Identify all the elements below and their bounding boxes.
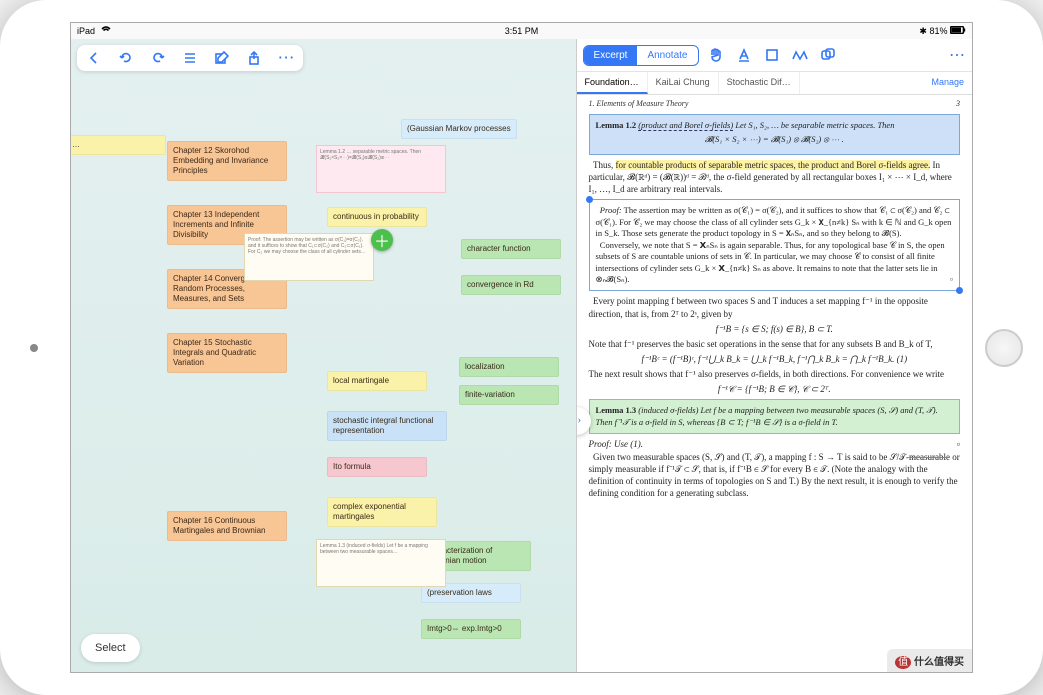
paragraph-next: The next result shows that f⁻¹ also pres… (589, 368, 960, 380)
paragraph-given: Given two measurable spaces (S, 𝒮) and (… (589, 451, 960, 500)
more-button[interactable]: ⋯ (277, 49, 295, 67)
tab-stochastic[interactable]: Stochastic Dif… (719, 72, 800, 94)
mode-annotate[interactable]: Annotate (637, 46, 697, 65)
tab-manage[interactable]: Manage (923, 72, 972, 94)
status-bar: iPad 3:51 PM ✱ 81% (71, 23, 972, 39)
mindmap-canvas[interactable]: Chapter 12 Skorohod Embedding and Invari… (71, 39, 576, 672)
doc-page-number: 3 (956, 99, 960, 110)
share-button[interactable] (245, 49, 263, 67)
node-local-martingale[interactable]: local martingale (327, 371, 427, 391)
crop-icon[interactable] (761, 44, 783, 66)
mindmap-toolbar: ⋯ (77, 45, 303, 71)
document-tabs: Foundation… KaiLai Chung Stochastic Dif…… (577, 72, 972, 95)
proof-para2: Conversely, we note that S = 𝗫ₙSₙ is aga… (596, 240, 945, 284)
paragraph-preserve: Note that f⁻¹ preserves the basic set op… (589, 338, 960, 350)
lemma13-subtitle: (induced σ-fields) (638, 405, 698, 415)
text-style-icon[interactable] (733, 44, 755, 66)
node-gaussian[interactable]: (Gaussian Markov processes (401, 119, 517, 139)
paragraph-map: Every point mapping f between two spaces… (589, 295, 960, 319)
equation-next: f⁻¹𝒞 = {f⁻¹B; B ∈ 𝒞}, 𝒞 ⊂ 2ᵀ. (589, 383, 960, 395)
lasso-icon[interactable] (789, 44, 811, 66)
node-finite-var[interactable]: finite-variation (459, 385, 559, 405)
proof-use: Proof: Use (1). (589, 439, 643, 449)
node-chapter-16[interactable]: Chapter 16 Continuous Martingales and Br… (167, 511, 287, 541)
paragraph-thus: Thus, for countable products of separabl… (589, 159, 960, 195)
node-stoch-int[interactable]: stochastic integral functional represent… (327, 411, 447, 441)
bluetooth-icon: ✱ (919, 26, 927, 36)
battery-icon (950, 26, 966, 36)
watermark: 值 什么值得买 (887, 649, 972, 672)
list-button[interactable] (181, 49, 199, 67)
node-ito[interactable]: Ito formula (327, 457, 427, 477)
hand-tool-icon[interactable] (705, 44, 727, 66)
node-partial-left[interactable]: … (71, 135, 166, 155)
node-localization[interactable]: localization (459, 357, 559, 377)
selection-handle-br[interactable] (956, 287, 963, 294)
add-node-button[interactable]: ＋ (371, 229, 393, 251)
select-button[interactable]: Select (81, 634, 140, 662)
equation-preserve: f⁻¹Bᶜ = (f⁻¹B)ᶜ, f⁻¹⋃_k B_k = ⋃_k f⁻¹B_k… (589, 353, 960, 365)
node-conv-rd[interactable]: convergence in Rd (461, 275, 561, 295)
proof-label: Proof: (600, 205, 622, 215)
proof-box[interactable]: Proof: The assertion may be written as σ… (589, 199, 960, 291)
tab-foundation[interactable]: Foundation… (577, 72, 648, 94)
compose-button[interactable] (213, 49, 231, 67)
excerpt-card-proof[interactable]: Proof: The assertion may be written as σ… (244, 233, 374, 281)
lemma13-title: Lemma 1.3 (596, 405, 637, 415)
link-icon[interactable] (817, 44, 839, 66)
node-chapter-15[interactable]: Chapter 15 Stochastic Integrals and Quad… (167, 333, 287, 373)
device-label: iPad (77, 26, 95, 36)
node-chapter-12[interactable]: Chapter 12 Skorohod Embedding and Invari… (167, 141, 287, 181)
clock: 3:51 PM (505, 26, 539, 36)
excerpt-card[interactable]: Lemma 1.2 … separable metric spaces. The… (316, 145, 446, 193)
wifi-icon (101, 26, 111, 36)
lemma-1-3[interactable]: Lemma 1.3 (induced σ-fields) Let f be a … (589, 399, 960, 434)
selection-handle-tl[interactable] (586, 196, 593, 203)
excerpt-card-lemma13[interactable]: Lemma 1.3 (induced σ-fields) Let f be a … (316, 539, 446, 587)
home-button[interactable] (985, 329, 1023, 367)
document-toolbar: Excerpt Annotate ⋯ (577, 39, 972, 72)
tab-kailai[interactable]: KaiLai Chung (648, 72, 719, 94)
undo-button[interactable] (117, 49, 135, 67)
node-imtg[interactable]: Imtg>0⇔ exp.Imtg>0 (421, 619, 521, 639)
lemma-1-2[interactable]: Lemma 1.2 (product and Borel σ-fields) L… (589, 114, 960, 155)
highlight-borel[interactable]: for countable products of separable metr… (616, 160, 931, 170)
node-cont-prob[interactable]: continuous in probability (327, 207, 427, 227)
lemma12-equation: 𝓑(S₁ × S₂ × ⋯) = 𝓑(S₁) ⊗ 𝓑(S₂) ⊗ ⋯ . (596, 134, 953, 145)
screen: iPad 3:51 PM ✱ 81% (70, 22, 973, 673)
battery-percent: 81% (929, 26, 947, 36)
equation-map: f⁻¹B = {s ∈ S; f(s) ∈ B}, B ⊂ T. (589, 323, 960, 335)
back-button[interactable] (85, 49, 103, 67)
front-camera (30, 344, 38, 352)
proof-para1: The assertion may be written as σ(𝒞₁) = … (596, 205, 952, 238)
document-body[interactable]: 1. Elements of Measure Theory 3 Lemma 1.… (577, 95, 972, 672)
node-char-fn[interactable]: character function (461, 239, 561, 259)
lemma12-subtitle: (product and Borel σ-fields) (638, 120, 733, 131)
doc-more-button[interactable]: ⋯ (949, 45, 966, 65)
ipad-device-frame: iPad 3:51 PM ✱ 81% (0, 0, 1043, 695)
next-page-icon[interactable]: › (578, 413, 582, 428)
node-complex-exp[interactable]: complex exponential martingales (327, 497, 437, 527)
redo-button[interactable] (149, 49, 167, 67)
mindmap-pane[interactable]: ⋯ Select Chapter 12 Skorohod Embedding a… (71, 39, 576, 672)
lemma12-body: Let S₁, S₂, … be separable metric spaces… (735, 120, 894, 130)
lemma12-title: Lemma 1.2 (596, 120, 637, 130)
document-pane: Excerpt Annotate ⋯ Foundation… KaiLai Ch… (576, 39, 972, 672)
doc-header-left: 1. Elements of Measure Theory (589, 99, 689, 110)
underline-measurable[interactable]: measurable (909, 452, 950, 462)
mode-segment[interactable]: Excerpt Annotate (583, 45, 699, 66)
mode-excerpt[interactable]: Excerpt (584, 46, 638, 65)
